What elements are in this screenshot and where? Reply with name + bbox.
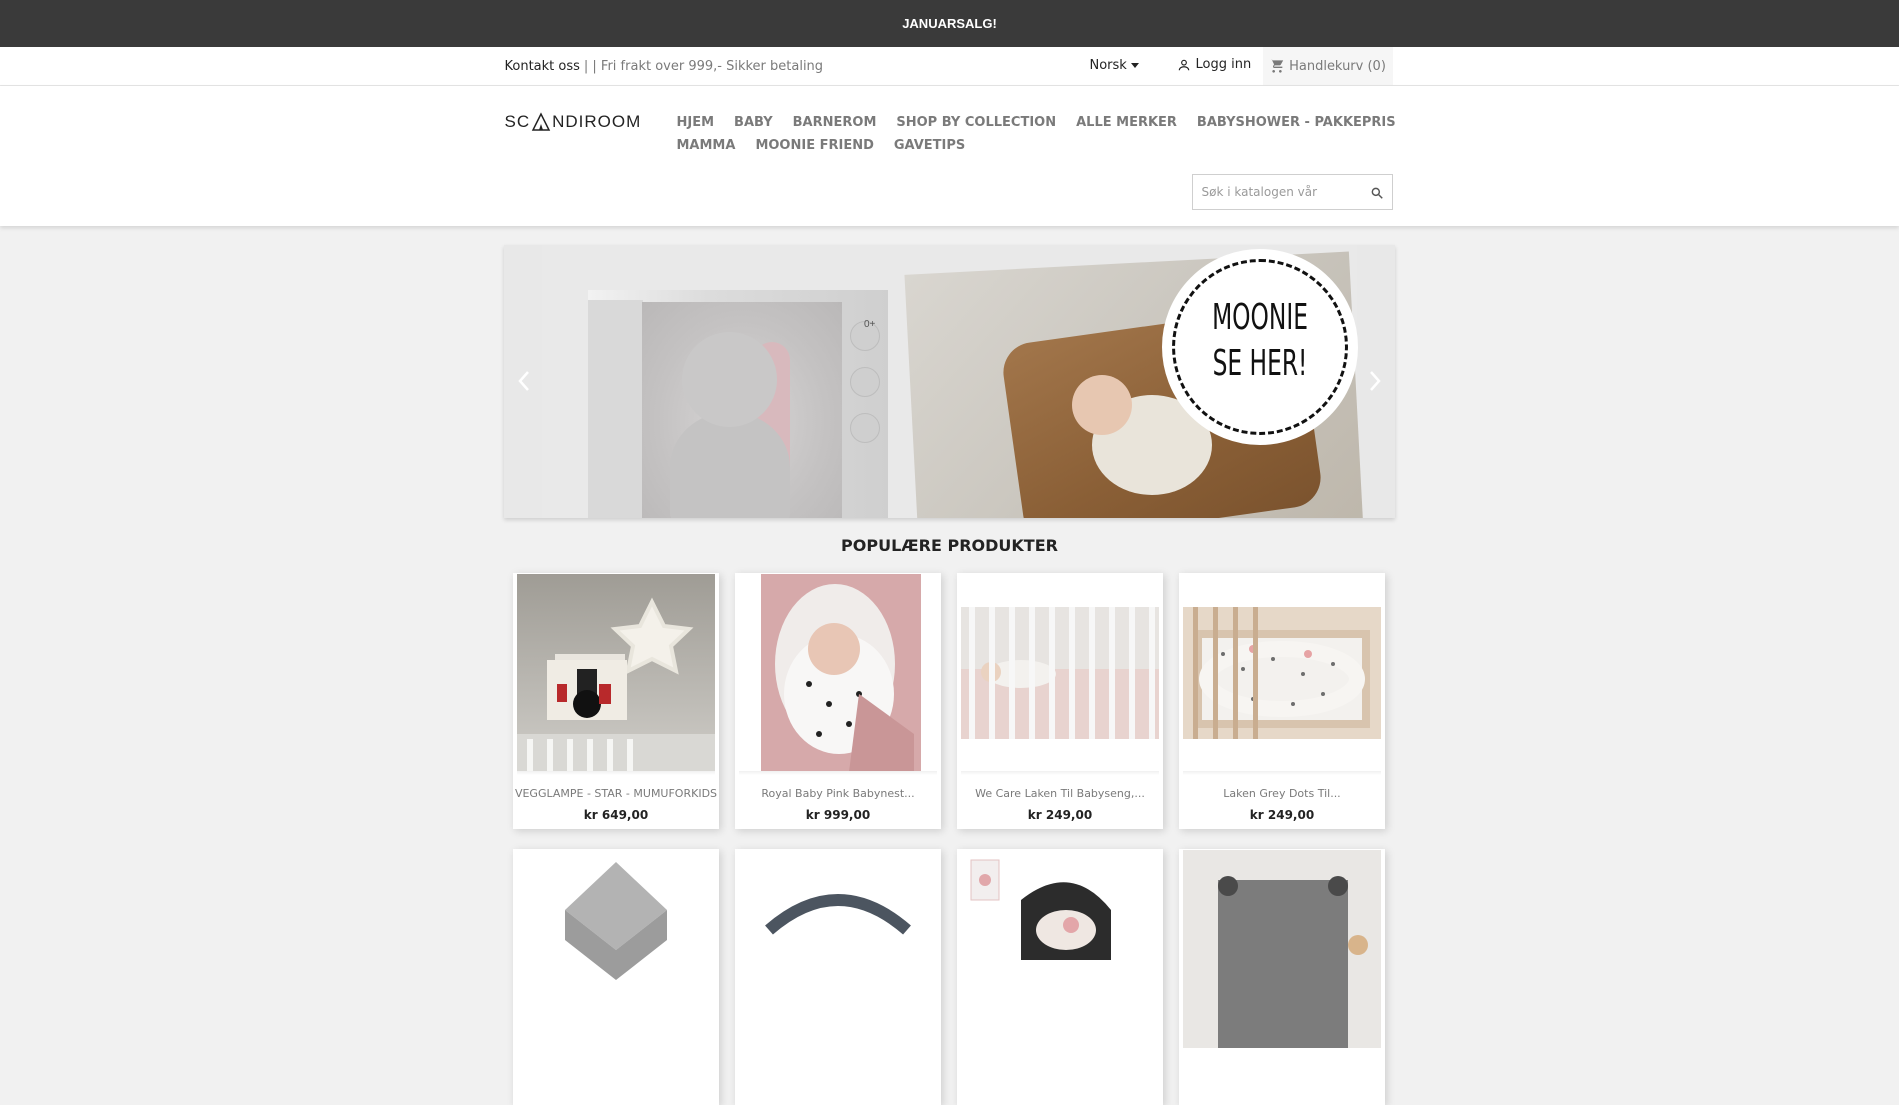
menu-item-hjem[interactable]: HJEM bbox=[677, 111, 715, 134]
knit-blanket-image bbox=[1183, 850, 1381, 1048]
swaddle-image bbox=[517, 850, 715, 1048]
carousel-next-button[interactable] bbox=[1358, 363, 1392, 399]
logo-text-right: NDIROOM bbox=[552, 112, 642, 131]
header-nav: Kontakt oss | | Fri frakt over 999,- Sik… bbox=[0, 47, 1899, 86]
menu-item-barnerom[interactable]: BARNEROM bbox=[793, 111, 877, 134]
bunny-head-shape bbox=[682, 332, 777, 427]
header-top: SC NDIROOM HJEM BABY BARNEROM SHOP BY CO… bbox=[0, 86, 1899, 226]
menu-item-mamma[interactable]: MAMMA bbox=[677, 134, 736, 157]
shipping-info-text: | | Fri frakt over 999,- Sikker betaling bbox=[583, 58, 824, 74]
product-price: kr 249,00 bbox=[1027, 808, 1093, 822]
product-image[interactable] bbox=[961, 850, 1159, 1048]
product-name[interactable]: VEGGLAMPE - STAR - MUMUFORKIDS bbox=[513, 787, 719, 800]
product-card[interactable]: Laken Grey Dots Til... kr 249,00 bbox=[1179, 573, 1385, 829]
menu-item-babyshower[interactable]: BABYSHOWER - PAKKEPRIS bbox=[1197, 111, 1396, 134]
product-price: kr 999,00 bbox=[805, 808, 871, 822]
bubble-line-2: SE HER! bbox=[1212, 343, 1308, 384]
main-menu: HJEM BABY BARNEROM SHOP BY COLLECTION AL… bbox=[677, 111, 1397, 157]
contact-link[interactable]: Kontakt oss bbox=[505, 59, 580, 74]
babynest-image bbox=[739, 574, 937, 772]
carousel-prev-button[interactable] bbox=[507, 363, 541, 399]
caret-down-icon bbox=[1130, 63, 1139, 68]
product-box-window bbox=[642, 302, 842, 518]
product-image[interactable] bbox=[517, 850, 715, 1048]
product-image[interactable] bbox=[739, 574, 937, 772]
product-box-side bbox=[588, 300, 643, 518]
product-card[interactable]: We Care Laken Til Babyseng,... kr 249,00 bbox=[957, 573, 1163, 829]
box-badges bbox=[842, 305, 888, 518]
product-image[interactable] bbox=[961, 574, 1159, 772]
language-selector[interactable]: Norsk bbox=[1090, 58, 1139, 73]
hero-carousel[interactable]: 0+ MOONIE SE HER! bbox=[504, 245, 1395, 518]
menu-item-alle-merker[interactable]: ALLE MERKER bbox=[1076, 111, 1177, 134]
login-label: Logg inn bbox=[1195, 57, 1252, 72]
product-card[interactable] bbox=[735, 849, 941, 1105]
bunny-body-shape bbox=[670, 412, 790, 518]
bubble-line-1: MOONIE bbox=[1212, 297, 1308, 338]
card-divider bbox=[961, 771, 1159, 775]
product-name[interactable]: Royal Baby Pink Babynest... bbox=[735, 787, 941, 800]
laken-dots-image bbox=[1183, 574, 1381, 772]
login-link[interactable]: Logg inn bbox=[1177, 57, 1252, 72]
product-name[interactable]: We Care Laken Til Babyseng,... bbox=[957, 787, 1163, 800]
chevron-right-icon bbox=[1370, 371, 1381, 391]
product-card[interactable] bbox=[513, 849, 719, 1105]
box-age-label: 0+ bbox=[864, 319, 876, 330]
tent-logo-icon bbox=[531, 112, 551, 131]
logo-text-left: SC bbox=[504, 112, 531, 131]
product-card[interactable] bbox=[1179, 849, 1385, 1105]
product-price: kr 249,00 bbox=[1249, 808, 1315, 822]
promo-banner[interactable]: JANUARSALG! bbox=[0, 0, 1899, 47]
language-label: Norsk bbox=[1089, 58, 1127, 73]
menu-item-moonie-friend[interactable]: MOONIE FRIEND bbox=[755, 134, 873, 157]
product-image[interactable] bbox=[1183, 850, 1381, 1048]
search-icon[interactable] bbox=[1370, 186, 1384, 200]
crib-sheet-image bbox=[961, 574, 1159, 772]
star-lamp-image bbox=[517, 574, 715, 772]
card-divider bbox=[1183, 771, 1381, 775]
cart-label: Handlekurv (0) bbox=[1289, 58, 1386, 74]
speech-bubble-text: MOONIE SE HER! bbox=[1197, 295, 1324, 387]
search-input[interactable] bbox=[1201, 185, 1362, 199]
cart-button[interactable]: Handlekurv (0) bbox=[1262, 47, 1393, 85]
chevron-left-icon bbox=[518, 371, 529, 391]
product-image[interactable] bbox=[1183, 574, 1381, 772]
promo-banner-text: JANUARSALG! bbox=[902, 16, 997, 31]
product-name[interactable]: Laken Grey Dots Til... bbox=[1179, 787, 1385, 800]
product-price: kr 649,00 bbox=[583, 808, 649, 822]
user-icon bbox=[1178, 59, 1189, 70]
badge-icon bbox=[850, 367, 880, 397]
menu-item-gavetips[interactable]: GAVETIPS bbox=[894, 134, 965, 157]
section-title: POPULÆRE PRODUKTER bbox=[841, 536, 1058, 555]
menu-item-baby[interactable]: BABY bbox=[734, 111, 773, 134]
product-card[interactable] bbox=[957, 849, 1163, 1105]
product-card[interactable]: Royal Baby Pink Babynest... kr 999,00 bbox=[735, 573, 941, 829]
search-box bbox=[1191, 174, 1393, 210]
card-divider bbox=[517, 771, 715, 775]
car-seat-cover-image bbox=[961, 850, 1159, 1048]
product-image[interactable] bbox=[739, 850, 937, 1048]
card-divider bbox=[739, 771, 937, 775]
site-logo[interactable]: SC NDIROOM bbox=[505, 112, 642, 132]
menu-item-shop-by-collection[interactable]: SHOP BY COLLECTION bbox=[896, 111, 1056, 134]
product-card[interactable]: VEGGLAMPE - STAR - MUMUFORKIDS kr 649,00 bbox=[513, 573, 719, 829]
braided-bumper-image bbox=[739, 850, 937, 1048]
badge-icon bbox=[850, 413, 880, 443]
product-image[interactable] bbox=[517, 574, 715, 772]
shopping-cart-icon bbox=[1269, 59, 1284, 73]
carousel-slide[interactable]: 0+ MOONIE SE HER! bbox=[542, 245, 1365, 518]
baby-head-shape bbox=[1072, 375, 1132, 435]
